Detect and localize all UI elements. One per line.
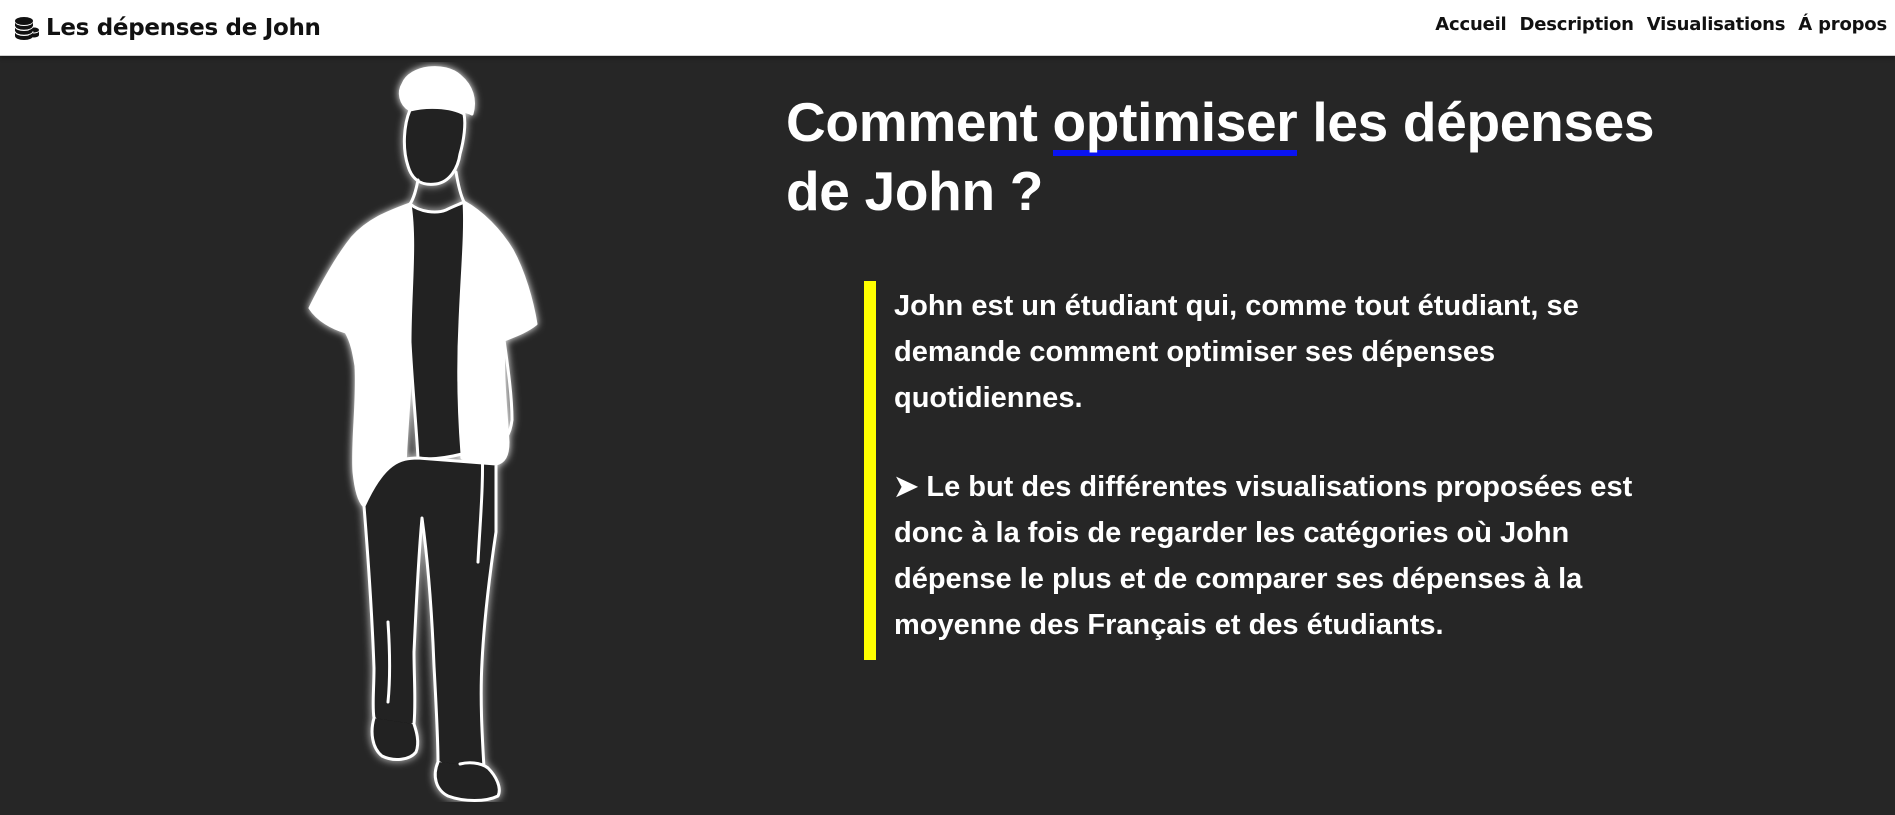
description-block: John est un étudiant qui, comme tout étu… xyxy=(864,281,1664,660)
nav-link-visualisations[interactable]: Visualisations xyxy=(1647,14,1786,35)
description-paragraph-1: John est un étudiant qui, comme tout étu… xyxy=(894,290,1579,414)
brand-title: Les dépenses de John xyxy=(46,15,321,41)
nav-link-a-propos[interactable]: Á propos xyxy=(1798,14,1887,35)
nav-links: Accueil Description Visualisations Á pro… xyxy=(1435,14,1887,35)
john-silhouette-illustration xyxy=(308,66,538,802)
hero-title-highlight: optimiser xyxy=(1052,95,1298,156)
description-paragraph-2: ➤ Le but des différentes visualisations … xyxy=(894,471,1633,641)
nav-link-accueil[interactable]: Accueil xyxy=(1435,14,1506,35)
brand-link[interactable]: Les dépenses de John xyxy=(12,14,321,42)
navbar: Les dépenses de John Accueil Description… xyxy=(0,0,1895,56)
coins-stack-icon xyxy=(14,17,39,40)
hero-title-before: Comment xyxy=(786,91,1053,153)
hero-title: Comment optimiser les dépenses de John ? xyxy=(786,88,1716,226)
nav-link-description[interactable]: Description xyxy=(1520,14,1634,35)
